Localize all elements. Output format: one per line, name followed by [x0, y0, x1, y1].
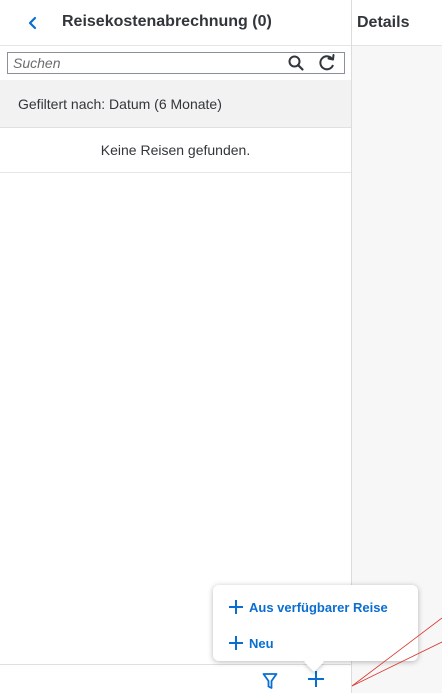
- menu-item-label: Aus verfügbarer Reise: [249, 599, 388, 615]
- empty-list-message: Keine Reisen gefunden.: [0, 128, 351, 173]
- refresh-icon: [319, 54, 335, 71]
- filter-info-text: Gefiltert nach: Datum (6 Monate): [18, 96, 222, 112]
- search-field: [7, 52, 345, 74]
- menu-item-label: Neu: [249, 635, 274, 651]
- search-input[interactable]: [8, 53, 278, 73]
- filter-button[interactable]: [262, 672, 278, 690]
- add-from-available-trip-item[interactable]: Aus verfügbarer Reise: [229, 597, 388, 617]
- search-button[interactable]: [287, 54, 307, 72]
- page-title: Reisekostenabrechnung (0): [62, 13, 272, 30]
- refresh-button[interactable]: [317, 53, 339, 73]
- filter-icon: [262, 673, 278, 689]
- add-button[interactable]: [305, 668, 327, 690]
- detail-header: Details: [352, 0, 442, 46]
- add-icon: [308, 671, 324, 687]
- add-icon: [229, 600, 243, 614]
- add-icon: [229, 636, 243, 650]
- detail-title: Details: [357, 14, 410, 31]
- master-header: Reisekostenabrechnung (0): [0, 0, 351, 46]
- add-options-popover: Aus verfügbarer Reise Neu: [213, 585, 418, 672]
- add-new-item[interactable]: Neu: [229, 633, 274, 653]
- filter-info-bar[interactable]: Gefiltert nach: Datum (6 Monate): [0, 80, 351, 128]
- search-icon: [288, 55, 304, 71]
- master-footer: [0, 664, 351, 693]
- chevron-left-icon: [28, 16, 37, 30]
- back-button[interactable]: [22, 12, 44, 34]
